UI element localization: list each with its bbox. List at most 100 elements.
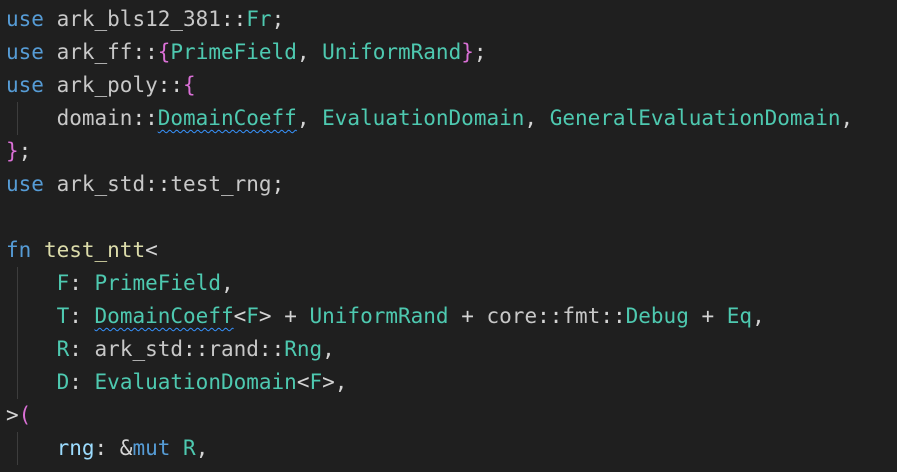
code-token: +: [448, 304, 487, 328]
code-token: R: [183, 436, 196, 460]
code-token: use: [6, 172, 44, 196]
code-line[interactable]: D: EvaluationDomain<F>,: [6, 366, 348, 399]
code-token: ,: [524, 106, 550, 130]
code-token: F: [56, 271, 70, 295]
code-token: D: [56, 370, 70, 394]
code-token: :: [69, 370, 95, 394]
code-line[interactable]: use ark_ff::{PrimeField, UniformRand};: [6, 36, 487, 69]
code-token: ,: [840, 106, 854, 130]
code-token: Debug: [625, 304, 689, 328]
code-token: ark_ff: [56, 40, 133, 64]
code-token: > +: [258, 304, 310, 328]
code-token: T: [56, 304, 70, 328]
code-token: :: [69, 304, 95, 328]
code-token: F: [309, 370, 323, 394]
code-token: ,: [220, 271, 234, 295]
code-token: core: [486, 304, 538, 328]
code-token: ;: [271, 172, 285, 196]
code-line[interactable]: };: [6, 135, 31, 168]
code-token: ark_std: [94, 337, 184, 361]
code-token: : &: [94, 436, 133, 460]
code-token: ark_std: [56, 172, 146, 196]
code-token: ark_poly: [56, 73, 158, 97]
code-token: <: [233, 304, 247, 328]
code-token: <: [296, 370, 310, 394]
code-token: {: [183, 73, 196, 97]
code-token: GeneralEvaluationDomain: [549, 106, 841, 130]
code-token: test_rng: [170, 172, 272, 196]
code-token: ark_bls12_381: [56, 7, 221, 31]
code-token: (: [18, 403, 32, 427]
code-line[interactable]: domain::DomainCoeff, EvaluationDomain, G…: [6, 102, 854, 135]
code-token-warning: DomainCoeff: [94, 304, 234, 328]
code-token: F: [246, 304, 259, 328]
code-token: use: [6, 7, 44, 31]
code-token: }: [461, 40, 474, 64]
code-token: :: [69, 337, 95, 361]
code-token: ;: [18, 139, 32, 163]
code-line[interactable]: fn test_ntt<: [6, 234, 158, 267]
code-token: mut: [132, 436, 171, 460]
code-token: Eq: [726, 304, 753, 328]
code-token: ,: [322, 337, 335, 361]
code-token: ::: [220, 7, 247, 31]
code-token: <: [145, 238, 158, 262]
code-token: test_ntt: [43, 238, 146, 262]
code-line[interactable]: rng: &mut R,: [6, 432, 209, 465]
code-token-warning: DomainCoeff: [157, 106, 297, 130]
code-token: :: [69, 271, 95, 295]
code-token: }: [6, 139, 19, 163]
code-token: R: [56, 337, 70, 361]
code-token: ::: [537, 304, 563, 328]
code-token: {: [157, 40, 171, 64]
code-token: use: [6, 73, 44, 97]
code-line[interactable]: >(: [6, 399, 31, 432]
code-token: UniformRand: [309, 304, 449, 328]
code-line[interactable]: T: DomainCoeff<F> + UniformRand + core::…: [6, 300, 765, 333]
code-line[interactable]: use ark_poly::{: [6, 69, 196, 102]
code-token: fn: [6, 238, 32, 262]
code-token: >: [6, 403, 19, 427]
code-token: EvaluationDomain: [94, 370, 297, 394]
code-token: ::: [157, 73, 184, 97]
code-token: Fr: [246, 7, 272, 31]
code-token: PrimeField: [170, 40, 297, 64]
code-line[interactable]: use ark_bls12_381::Fr;: [6, 3, 284, 36]
code-token: ::: [183, 337, 209, 361]
code-token: fmt: [562, 304, 601, 328]
code-token: PrimeField: [94, 271, 221, 295]
code-token: rng: [56, 436, 95, 460]
code-token: use: [6, 40, 44, 64]
code-line[interactable]: use ark_std::test_rng;: [6, 168, 284, 201]
code-token: ::: [258, 337, 285, 361]
code-token: ,: [195, 436, 209, 460]
code-token: ::: [132, 106, 158, 130]
code-token: UniformRand: [322, 40, 462, 64]
code-editor[interactable]: use ark_bls12_381::Fr; use ark_ff::{Prime…: [0, 0, 897, 472]
code-token: ;: [271, 7, 285, 31]
code-token: +: [688, 304, 727, 328]
code-token: ,: [296, 106, 323, 130]
code-token: ,: [752, 304, 765, 328]
code-token: ;: [473, 40, 487, 64]
code-token: rand: [208, 337, 259, 361]
code-token: >,: [322, 370, 348, 394]
code-token: EvaluationDomain: [322, 106, 525, 130]
code-token: ::: [600, 304, 626, 328]
code-line[interactable]: F: PrimeField,: [6, 267, 234, 300]
code-line[interactable]: R: ark_std::rand::Rng,: [6, 333, 335, 366]
code-token: ::: [145, 172, 171, 196]
code-token: ,: [296, 40, 323, 64]
